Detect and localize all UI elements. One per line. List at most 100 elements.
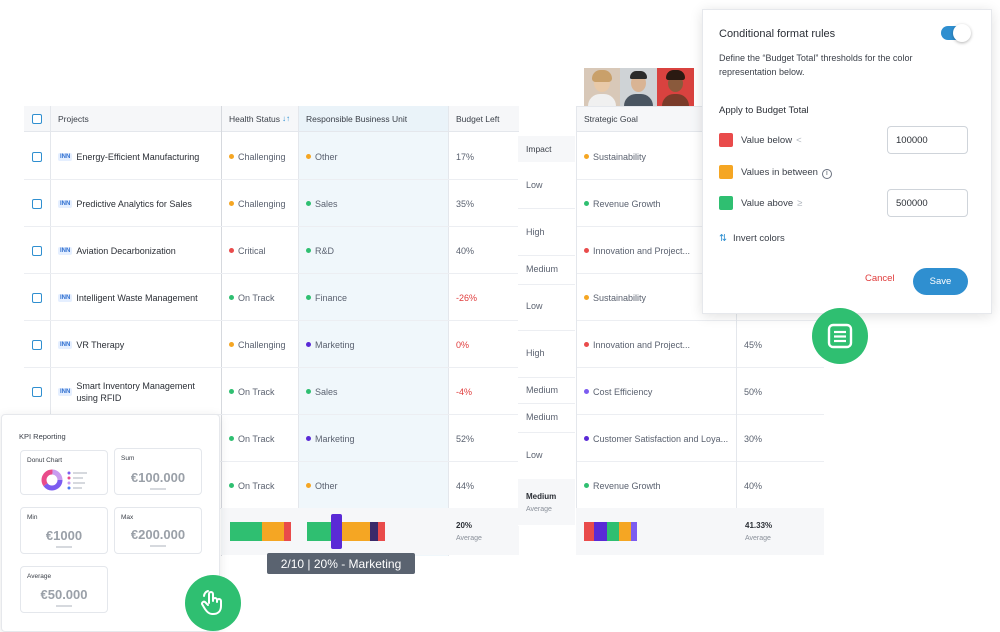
unit-cell[interactable]: Sales — [298, 180, 448, 227]
project-cell[interactable]: INN Smart Inventory Management using RFID — [50, 368, 221, 415]
unit-cell[interactable]: Other — [298, 462, 448, 509]
goal-percent-cell[interactable]: 40% — [736, 462, 824, 509]
info-icon[interactable]: i — [821, 169, 832, 179]
status-dot — [229, 483, 234, 488]
project-cell[interactable]: INN Intelligent Waste Management — [50, 274, 221, 321]
impact-cell[interactable]: Low — [518, 450, 543, 460]
health-cell[interactable]: On Track — [221, 368, 298, 415]
project-cell[interactable]: INN Aviation Decarbonization — [50, 227, 221, 274]
color-swatch-above[interactable] — [719, 196, 733, 210]
impact-cell[interactable]: Medium — [518, 412, 558, 422]
row-checkbox[interactable] — [32, 339, 42, 350]
goal-cell[interactable]: Cost Efficiency — [576, 368, 736, 415]
impact-cell[interactable]: Medium — [518, 264, 558, 274]
goal-bar-segment[interactable] — [607, 522, 619, 541]
sort-icon[interactable]: ↓↑ — [282, 114, 290, 123]
goal-percent-cell[interactable]: 30% — [736, 415, 824, 462]
donut-chart-widget[interactable]: Donut Chart — [20, 450, 108, 495]
save-button[interactable]: Save — [913, 268, 968, 295]
rule-between-text: Values in between — [741, 167, 818, 178]
impact-cell[interactable]: Medium — [518, 385, 558, 395]
max-widget[interactable]: Max €200.000 — [114, 507, 202, 554]
unit-bar-segment[interactable] — [370, 522, 378, 541]
strategic-goal: Cost Efficiency — [593, 386, 653, 397]
goal-cell[interactable]: Revenue Growth — [576, 462, 736, 509]
select-all-checkbox[interactable] — [32, 113, 42, 124]
business-unit: Other — [315, 151, 338, 162]
health-cell[interactable]: Critical — [221, 227, 298, 274]
unit-bar-segment[interactable] — [342, 522, 370, 541]
health-cell[interactable]: Challenging — [221, 133, 298, 180]
unit-cell[interactable]: Marketing — [298, 321, 448, 368]
budget-cell[interactable]: 52% — [448, 415, 519, 462]
row-checkbox[interactable] — [32, 386, 42, 397]
impact-cell[interactable]: High — [518, 348, 545, 358]
budget-cell[interactable]: 35% — [448, 180, 519, 227]
cancel-button[interactable]: Cancel — [865, 273, 895, 284]
unit-bar-segment[interactable] — [307, 522, 331, 541]
unit-cell[interactable]: Sales — [298, 368, 448, 415]
budget-cell[interactable]: 44% — [448, 462, 519, 509]
status-dot — [229, 342, 234, 347]
health-status: Challenging — [238, 198, 286, 209]
project-cell[interactable]: INN Predictive Analytics for Sales — [50, 180, 221, 227]
unit-bar-segment[interactable] — [378, 522, 385, 541]
budget-cell[interactable]: -4% — [448, 368, 519, 415]
color-swatch-below[interactable] — [719, 133, 733, 147]
goal-bar-segment[interactable] — [619, 522, 631, 541]
header-projects[interactable]: Projects — [50, 106, 221, 132]
goal-bar-segment[interactable] — [594, 522, 607, 541]
below-value-input[interactable]: 100000 — [887, 126, 968, 154]
unit-bar-segment-selected[interactable] — [331, 514, 342, 549]
above-value-input[interactable]: 500000 — [887, 189, 968, 217]
project-cell[interactable]: INN VR Therapy — [50, 321, 221, 368]
health-status: On Track — [238, 480, 275, 491]
color-swatch-between[interactable] — [719, 165, 733, 179]
header-impact[interactable]: Impact — [518, 136, 575, 162]
header-unit[interactable]: Responsible Business Unit — [298, 106, 448, 132]
project-tag: INN — [58, 199, 73, 208]
health-bar-segment[interactable] — [284, 522, 291, 541]
health-bar-segment[interactable] — [262, 522, 284, 541]
goal-percent-cell[interactable]: 45% — [736, 321, 824, 368]
average-widget[interactable]: Average €50.000 — [20, 566, 108, 613]
health-status: On Track — [238, 386, 275, 397]
enable-toggle[interactable] — [941, 24, 971, 42]
min-widget[interactable]: Min €1000 — [20, 507, 108, 554]
goal-bar-segment[interactable] — [584, 522, 594, 541]
row-checkbox[interactable] — [32, 292, 42, 303]
goal-cell[interactable]: Innovation and Project... — [576, 321, 736, 368]
header-health[interactable]: Health Status ↓↑ — [221, 106, 298, 132]
budget-cell[interactable]: 0% — [448, 321, 519, 368]
impact-cell[interactable]: Low — [518, 301, 543, 311]
panel-description: Define the “Budget Total” thresholds for… — [719, 53, 913, 77]
row-checkbox[interactable] — [32, 245, 42, 256]
row-checkbox[interactable] — [32, 151, 42, 162]
goal-bar-segment[interactable] — [631, 522, 637, 541]
health-cell[interactable]: On Track — [221, 274, 298, 321]
unit-cell[interactable]: Other — [298, 133, 448, 180]
goal-percent-cell[interactable]: 50% — [736, 368, 824, 415]
goal-cell[interactable]: Customer Satisfaction and Loya... — [576, 415, 736, 462]
invert-colors-link[interactable]: ⇅ Invert colors — [719, 233, 785, 244]
health-cell[interactable]: On Track — [221, 415, 298, 462]
impact-cell[interactable]: Low — [518, 180, 543, 190]
budget-cell[interactable]: 17% — [448, 133, 519, 180]
impact-average-label: Average — [526, 506, 552, 513]
health-cell[interactable]: Challenging — [221, 180, 298, 227]
row-checkbox[interactable] — [32, 198, 42, 209]
project-name: Smart Inventory Management using RFID — [76, 380, 195, 403]
unit-cell[interactable]: Marketing — [298, 415, 448, 462]
header-budget[interactable]: Budget Left — [448, 106, 519, 132]
health-cell[interactable]: Challenging — [221, 321, 298, 368]
impact-cell[interactable]: High — [518, 227, 545, 237]
unit-cell[interactable]: Finance — [298, 274, 448, 321]
budget-cell[interactable]: -26% — [448, 274, 519, 321]
health-cell[interactable]: On Track — [221, 462, 298, 509]
budget-cell[interactable]: 40% — [448, 227, 519, 274]
sum-widget[interactable]: Sum €100.000 — [114, 448, 202, 495]
health-bar-segment[interactable] — [230, 522, 262, 541]
unit-cell[interactable]: R&D — [298, 227, 448, 274]
status-dot — [229, 436, 234, 441]
project-cell[interactable]: INN Energy-Efficient Manufacturing — [50, 133, 221, 180]
